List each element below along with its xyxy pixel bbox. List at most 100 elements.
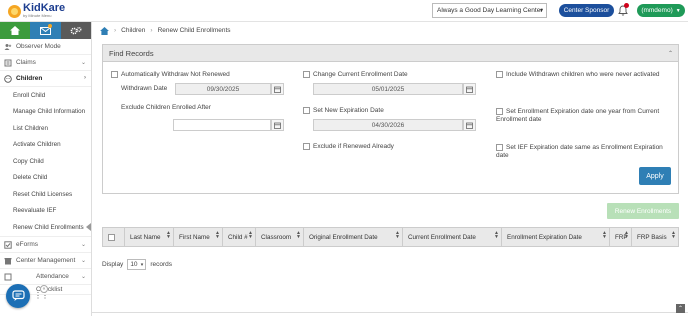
sidebar-item-attendance[interactable]: Attendance ⌄ bbox=[0, 269, 91, 285]
column-header-label: Current Enrollment Date bbox=[408, 233, 476, 241]
col-last-name[interactable]: Last Name ▲ ▼ bbox=[125, 228, 174, 246]
submenu-delete-child[interactable]: Delete Child bbox=[0, 170, 91, 187]
set-expiration-checkbox[interactable] bbox=[303, 107, 310, 114]
chevron-down-icon: ⌄ bbox=[80, 60, 86, 66]
column-header-label: Classroom bbox=[261, 233, 292, 241]
submenu-manage-child-information[interactable]: Manage Child Information bbox=[0, 104, 91, 121]
column-header-label: Enrollment Expiration Date bbox=[507, 233, 582, 241]
chat-bubble-icon bbox=[11, 290, 25, 301]
page-size-control: Display 10 ▾ records bbox=[102, 259, 172, 270]
sidebar-item-children[interactable]: Children › bbox=[0, 71, 91, 87]
submenu-list-children[interactable]: List Children bbox=[0, 120, 91, 137]
auto-withdraw-checkbox[interactable] bbox=[111, 71, 118, 78]
renew-enrollments-button[interactable]: Renew Enrollments bbox=[607, 203, 679, 219]
center-select-value: Always a Good Day Learning Center bbox=[437, 7, 543, 14]
breadcrumb-children-link[interactable]: Children bbox=[121, 27, 145, 34]
users-icon bbox=[4, 44, 12, 50]
home-tab[interactable] bbox=[0, 22, 31, 39]
display-suffix: records bbox=[150, 261, 172, 268]
include-withdrawn-label: Include Withdrawn children who were neve… bbox=[506, 71, 660, 78]
chevron-right-icon: › bbox=[84, 75, 86, 81]
exclude-renewed-label: Exclude if Renewed Already bbox=[313, 143, 394, 150]
calendar-icon[interactable] bbox=[271, 119, 284, 131]
building-icon bbox=[4, 257, 12, 264]
messages-tab[interactable] bbox=[30, 22, 61, 39]
scroll-to-top-icon[interactable]: ⌃ bbox=[676, 304, 685, 313]
home-icon bbox=[10, 26, 21, 35]
sidebar-item-eforms[interactable]: eForms ⌄ bbox=[0, 237, 91, 253]
col-frp[interactable]: FRP ▲ ▼ bbox=[610, 228, 632, 246]
set-expiration-input[interactable]: 04/30/2026 bbox=[313, 119, 463, 131]
divider bbox=[92, 312, 688, 313]
change-enrollment-input[interactable]: 05/01/2025 bbox=[313, 83, 463, 95]
sidebar-item-label: Observer Mode bbox=[16, 43, 61, 50]
caret-down-icon: ▾ bbox=[539, 8, 543, 14]
submenu-reevaluate-ief[interactable]: Reevaluate IEF bbox=[0, 203, 91, 220]
exclude-enrolled-after-input[interactable] bbox=[173, 119, 271, 131]
select-all-cell bbox=[103, 228, 125, 246]
sidebar-item-observer-mode[interactable]: Observer Mode bbox=[0, 39, 91, 55]
select-all-checkbox[interactable] bbox=[108, 233, 115, 241]
include-withdrawn-checkbox[interactable] bbox=[496, 71, 503, 78]
sort-icon: ▲ ▼ bbox=[215, 230, 220, 240]
apply-button[interactable]: Apply bbox=[639, 167, 671, 185]
submenu-enroll-child[interactable]: Enroll Child bbox=[0, 87, 91, 104]
home-icon[interactable] bbox=[100, 26, 109, 35]
user-menu-label: (mmdemo) bbox=[641, 7, 673, 14]
settings-tab[interactable] bbox=[60, 22, 91, 39]
submenu-activate-children[interactable]: Activate Children bbox=[0, 137, 91, 154]
page-size-select[interactable]: 10 ▾ bbox=[127, 259, 147, 270]
display-prefix: Display bbox=[102, 261, 124, 268]
column-header-label: First Name bbox=[179, 233, 210, 241]
calendar-icon[interactable] bbox=[271, 83, 284, 95]
column-header-label: Last Name bbox=[130, 233, 161, 241]
sidebar-item-claims[interactable]: Claims ⌄ bbox=[0, 55, 91, 71]
col-current-enrollment-date[interactable]: Current Enrollment Date ▲ ▼ bbox=[403, 228, 502, 246]
logo-wordmark: KidKare by Minute Menu bbox=[23, 3, 65, 19]
user-menu-button[interactable]: (mmdemo) ▼ bbox=[637, 4, 685, 17]
sort-icon: ▲ ▼ bbox=[624, 230, 629, 240]
kidkare-logo[interactable]: KidKare by Minute Menu bbox=[8, 3, 65, 19]
find-records-header[interactable]: Find Records ⌃ bbox=[103, 45, 678, 62]
change-enrollment-checkbox[interactable] bbox=[303, 71, 310, 78]
collapse-sidebar-icon[interactable]: « bbox=[40, 285, 48, 293]
chevron-up-icon[interactable]: ⌃ bbox=[668, 50, 673, 57]
col-frp-basis[interactable]: FRP Basis ▲ ▼ bbox=[632, 228, 678, 246]
col-classroom[interactable]: Classroom ▲ ▼ bbox=[256, 228, 304, 246]
sidebar-item-center-management[interactable]: Center Management ⌄ bbox=[0, 253, 91, 269]
caret-down-icon: ▾ bbox=[140, 262, 144, 268]
exclude-enrolled-after-label: Exclude Children Enrolled After bbox=[121, 104, 211, 111]
enrollment-table-header: Last Name ▲ ▼ First Name ▲ ▼ Child # ▲ ▼ Class… bbox=[102, 227, 679, 247]
submenu-reset-child-licenses[interactable]: Reset Child Licenses bbox=[0, 186, 91, 203]
set-ief-label: Set IEF Expiration date same as Enrollme… bbox=[496, 144, 663, 159]
sort-icon: ▲ ▼ bbox=[395, 230, 400, 240]
col-first-name[interactable]: First Name ▲ ▼ bbox=[174, 228, 223, 246]
center-select[interactable]: Always a Good Day Learning Center ▾ bbox=[432, 3, 547, 18]
sidebar: Observer Mode Claims ⌄ Children › Enroll… bbox=[0, 22, 92, 316]
center-sponsor-button[interactable]: Center Sponsor bbox=[559, 4, 614, 17]
attendance-icon bbox=[4, 273, 12, 280]
mail-badge bbox=[47, 24, 52, 28]
submenu-copy-child[interactable]: Copy Child bbox=[0, 153, 91, 170]
notification-badge bbox=[624, 3, 629, 8]
sort-icon: ▲ ▼ bbox=[671, 230, 676, 240]
panel-title: Find Records bbox=[109, 48, 154, 58]
sort-icon: ▲ ▼ bbox=[602, 230, 607, 240]
sidebar-tabs bbox=[0, 22, 91, 39]
change-enrollment-label: Change Current Enrollment Date bbox=[313, 71, 408, 78]
sidebar-item-label: Center Management bbox=[16, 256, 76, 264]
chat-button[interactable] bbox=[6, 284, 30, 308]
children-submenu: Enroll Child Manage Child Information Li… bbox=[0, 87, 91, 237]
calendar-icon[interactable] bbox=[463, 119, 476, 131]
submenu-renew-child-enrollments[interactable]: Renew Child Enrollments bbox=[0, 219, 91, 236]
page-size-value: 10 bbox=[130, 261, 138, 268]
calendar-icon[interactable] bbox=[463, 83, 476, 95]
col-enrollment-expiration-date[interactable]: Enrollment Expiration Date ▲ ▼ bbox=[502, 228, 610, 246]
column-header-label: Original Enrollment Date bbox=[309, 233, 378, 241]
column-header-label: Child # bbox=[228, 233, 248, 241]
col-original-enrollment-date[interactable]: Original Enrollment Date ▲ ▼ bbox=[304, 228, 403, 246]
exclude-renewed-checkbox[interactable] bbox=[303, 143, 310, 150]
breadcrumb-separator: › bbox=[114, 27, 117, 34]
col-child-number[interactable]: Child # ▲ ▼ bbox=[223, 228, 256, 246]
withdrawn-date-input[interactable]: 09/30/2025 bbox=[175, 83, 271, 95]
